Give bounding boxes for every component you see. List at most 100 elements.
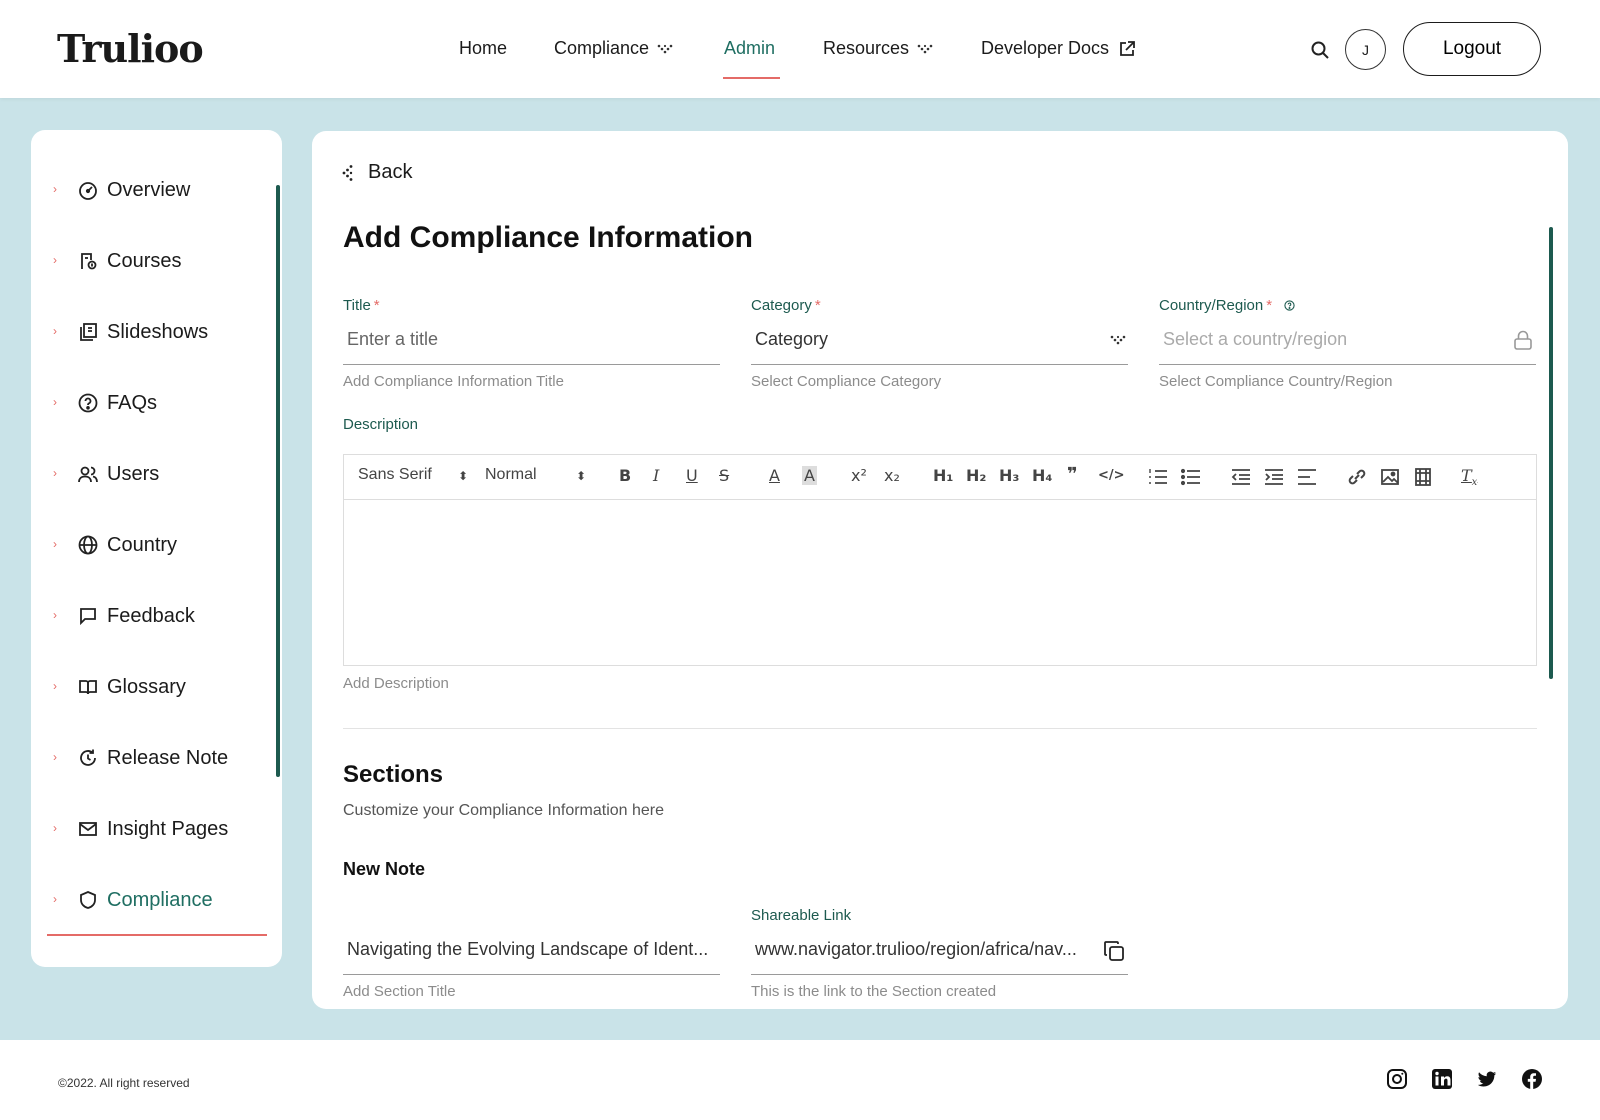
shareable-link-input[interactable]: www.navigator.trulioo/region/africa/nav.… [751,925,1128,975]
sidebar-item-label: Country [107,534,178,556]
video-icon[interactable] [1413,468,1433,486]
align-left-icon[interactable] [1297,468,1317,486]
shareable-link-label: Shareable Link [751,906,852,924]
heading-2-icon[interactable]: H₂ [966,466,986,485]
sidebar-item-faqs[interactable]: › FAQs [31,383,271,423]
sidebar-item-label: Glossary [107,676,186,698]
nav-home[interactable]: Home [459,38,507,59]
sidebar-item-slideshows[interactable]: › Slideshows [31,312,271,352]
title-input[interactable] [347,329,716,350]
sidebar-item-feedback[interactable]: › Feedback [31,596,271,636]
font-family-select[interactable]: Sans Serif [358,466,432,484]
sidebar-item-label: Slideshows [107,321,209,343]
chevron-down-icon [917,44,933,53]
external-link-icon [1120,40,1135,56]
text-color-icon[interactable]: A [769,466,780,485]
nav-resources[interactable]: Resources [823,38,933,59]
heading-1-icon[interactable]: H₁ [933,466,953,485]
copy-icon[interactable] [1102,939,1126,963]
facebook-icon[interactable] [1521,1068,1543,1090]
sidebar-item-release-note[interactable]: › Release Note [31,738,271,778]
image-icon[interactable] [1380,468,1400,486]
section-divider [343,728,1537,729]
description-label: Description [343,416,419,433]
sidebar-item-label: Overview [107,179,191,201]
chevron-right-icon: › [53,750,57,764]
info-icon[interactable] [1284,299,1295,311]
underline-icon[interactable]: U [686,466,698,485]
italic-icon[interactable]: I [653,466,659,485]
chevron-right-icon: › [53,608,57,622]
gauge-icon [79,182,97,200]
outdent-icon[interactable] [1231,468,1251,486]
background-color-icon[interactable]: A [802,466,817,485]
clear-format-icon[interactable]: Tx [1461,466,1477,488]
back-button[interactable]: Back [342,161,412,184]
heading-3-icon[interactable]: H₃ [999,466,1019,485]
link-icon[interactable] [1347,468,1367,486]
title-help-text: Add Compliance Information Title [343,373,564,390]
course-icon [81,253,97,270]
sidebar-item-overview[interactable]: › Overview [31,170,271,210]
section-title-input[interactable]: Navigating the Evolving Landscape of Ide… [343,925,720,975]
subscript-icon[interactable]: x₂ [884,466,900,485]
sidebar-item-label: Compliance [107,889,213,911]
description-textarea[interactable] [344,500,1536,665]
category-select[interactable]: Category [751,315,1128,365]
font-size-select[interactable]: Normal [485,466,537,484]
shareable-link-value: www.navigator.trulioo/region/africa/nav.… [755,939,1077,959]
chevron-left-icon [342,164,353,181]
blockquote-icon[interactable]: ❞ [1067,464,1078,485]
section-title-value: Navigating the Evolving Landscape of Ide… [347,939,709,959]
sidebar-item-glossary[interactable]: › Glossary [31,667,271,707]
trulioo-logo[interactable]: Trulioo [57,26,204,71]
sidebar-item-label: Release Note [107,747,229,769]
sidebar-item-users[interactable]: › Users [31,454,271,494]
chevron-right-icon: › [53,395,57,409]
top-navbar: Trulioo Home Compliance Admin Resources … [0,0,1600,98]
sidebar-item-courses[interactable]: › Courses [31,241,271,281]
twitter-icon[interactable] [1476,1068,1498,1090]
linkedin-icon[interactable] [1431,1068,1453,1090]
bold-icon[interactable]: B [619,466,631,485]
chevron-right-icon: › [53,324,57,338]
sidebar-item-insight-pages[interactable]: › Insight Pages [31,809,271,849]
footer: ©2022. All right reserved [0,1040,1600,1120]
logout-button[interactable]: Logout [1403,22,1541,76]
category-field-label: Category * [751,296,821,314]
country-field: Country/Region * Select a country/region … [1159,295,1536,390]
nav-resources-label: Resources [823,38,910,58]
nav-admin[interactable]: Admin [724,38,775,59]
avatar[interactable]: J [1345,29,1386,70]
sidebar-item-label: Courses [107,250,182,272]
sidebar-scrollbar[interactable] [276,185,280,777]
indent-icon[interactable] [1264,468,1284,486]
superscript-icon[interactable]: x² [851,466,867,485]
bullet-list-icon[interactable] [1181,468,1201,486]
code-icon[interactable]: </> [1098,468,1125,483]
back-label: Back [368,161,413,183]
instagram-icon[interactable] [1386,1068,1408,1090]
chevron-right-icon: › [53,892,57,906]
chevron-right-icon: › [53,821,57,835]
lock-icon [1514,330,1532,350]
country-select[interactable]: Select a country/region [1159,315,1536,365]
sidebar-item-label: Users [107,463,160,485]
sidebar-item-compliance[interactable]: › Compliance [31,880,271,920]
sidebar-item-country[interactable]: › Country [31,525,271,565]
users-icon [78,466,98,483]
sections-subtitle: Customize your Compliance Information he… [343,802,665,819]
ordered-list-icon[interactable] [1148,468,1168,486]
nav-compliance-label: Compliance [554,38,650,58]
chevron-right-icon: › [53,182,57,196]
nav-developer-docs[interactable]: Developer Docs [981,38,1137,59]
chevron-right-icon: › [53,679,57,693]
strikethrough-icon[interactable]: S [719,466,729,485]
heading-4-icon[interactable]: H₄ [1032,466,1052,485]
nav-compliance[interactable]: Compliance [554,38,673,59]
main-scrollbar[interactable] [1549,227,1553,679]
search-icon[interactable] [1310,40,1330,60]
nav-admin-label: Admin [724,38,776,58]
slideshow-icon [80,323,97,341]
country-select-placeholder: Select a country/region [1163,329,1348,349]
